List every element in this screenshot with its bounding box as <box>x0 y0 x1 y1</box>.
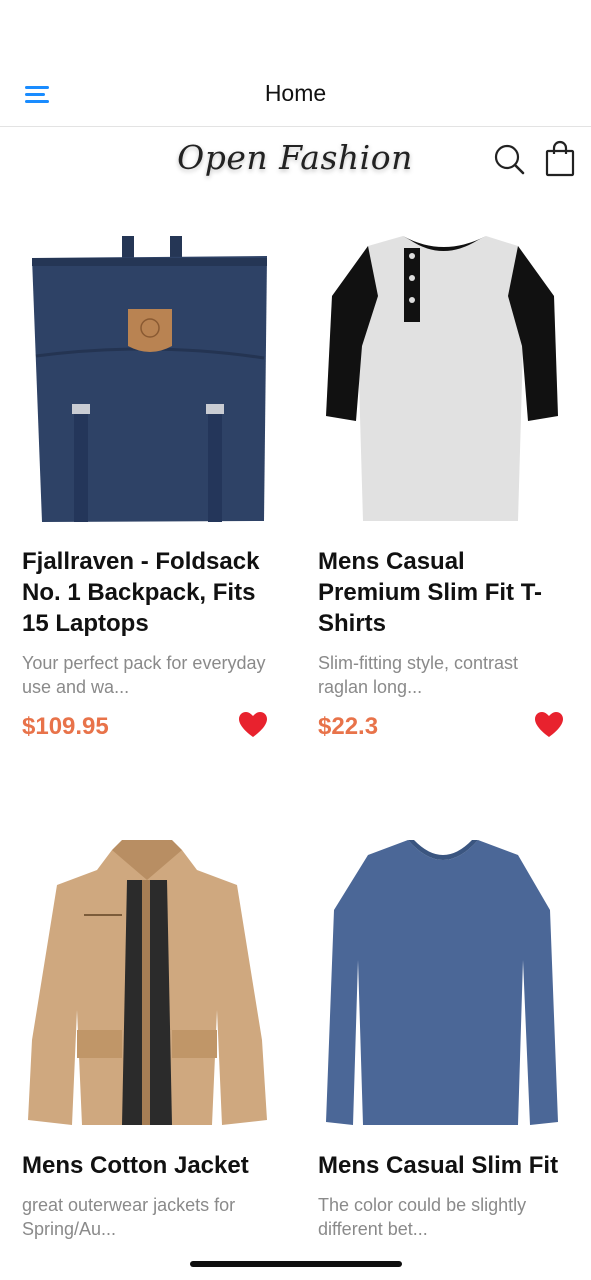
product-title: Mens Cotton Jacket <box>22 1152 249 1179</box>
blue-longsleeve-image <box>326 840 558 1125</box>
home-indicator[interactable] <box>190 1261 402 1267</box>
heart-icon[interactable] <box>534 711 564 739</box>
product-card[interactable]: Mens Casual Premium Slim Fit T-Shirts Sl… <box>318 236 568 751</box>
product-price: $109.95 <box>22 713 109 740</box>
search-icon[interactable] <box>492 142 528 178</box>
product-card[interactable]: Mens Cotton Jacket great outerwear jacke… <box>22 840 272 1241</box>
top-navbar: Home <box>0 60 591 127</box>
product-card[interactable]: Mens Casual Slim Fit The color could be … <box>318 840 568 1241</box>
product-description: great outerwear jackets for Spring/Au... <box>22 1195 236 1239</box>
khaki-jacket-image <box>28 840 267 1125</box>
product-description: Your perfect pack for everyday use and w… <box>22 653 266 697</box>
product-description: The color could be slightly different be… <box>318 1195 527 1239</box>
product-title: Fjallraven - Foldsack No. 1 Backpack, Fi… <box>22 548 260 637</box>
navy-backpack-image <box>32 236 267 522</box>
page-title: Home <box>264 80 327 106</box>
product-title: Mens Casual Premium Slim Fit T-Shirts <box>318 548 543 637</box>
heart-icon[interactable] <box>238 711 268 739</box>
brand-bar: Open Fashion <box>0 128 591 202</box>
product-description: Slim-fitting style, contrast raglan long… <box>318 653 519 697</box>
shopping-bag-icon[interactable] <box>543 140 577 178</box>
product-card[interactable]: Fjallraven - Foldsack No. 1 Backpack, Fi… <box>22 236 272 751</box>
brand-logo[interactable]: Open Fashion <box>150 138 440 177</box>
product-title: Mens Casual Slim Fit <box>318 1152 559 1179</box>
raglan-tshirt-image <box>326 236 558 521</box>
product-price: $22.3 <box>318 713 379 740</box>
